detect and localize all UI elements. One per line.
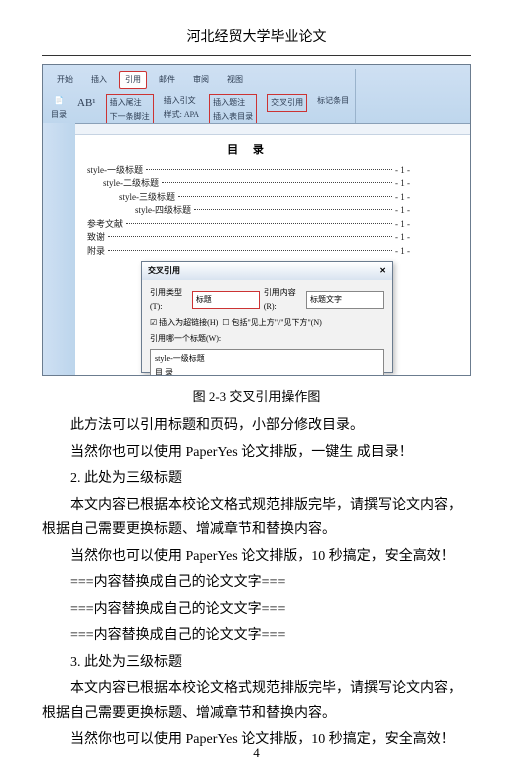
eq-line-3: ===内容替换成自己的论文文字=== — [42, 624, 471, 649]
eq-line-2: ===内容替换成自己的论文文字=== — [42, 598, 471, 623]
toc-row: 附录- 1 - — [87, 245, 410, 259]
caption-group: 插入题注 插入表目录 — [209, 94, 257, 126]
body-p5: 本文内容已根据本校论文格式规范排版完毕，请撰写论文内容，根据自己需要更换标题、增… — [42, 677, 471, 726]
ribbon-tabs: 开始 插入 引用 邮件 审阅 视图 — [51, 71, 349, 89]
chk-hyperlink: ☑ 插入为超链接(H) — [150, 316, 218, 330]
cross-ref-button: 交叉引用 — [267, 94, 307, 112]
tab-references: 引用 — [119, 71, 147, 89]
document-page: 河北经贸大学毕业论文 开始 插入 引用 邮件 审阅 视图 📄目录 AB¹ 插入尾… — [0, 0, 513, 775]
left-gutter — [43, 123, 76, 375]
citation-group: 插入引文 样式: APA — [164, 94, 200, 122]
embedded-screenshot: 开始 插入 引用 邮件 审阅 视图 📄目录 AB¹ 插入尾注 下一条脚注 插入引… — [42, 64, 471, 376]
body-p1: 此方法可以引用标题和页码，小部分修改目录。 — [42, 414, 471, 439]
running-header: 河北经贸大学毕业论文 — [42, 26, 471, 51]
toc-row: 参考文献- 1 - — [87, 218, 410, 232]
body-p4: 当然你也可以使用 PaperYes 论文排版，10 秒搞定，安全高效！ — [42, 545, 471, 570]
eq-line-1: ===内容替换成自己的论文文字=== — [42, 571, 471, 596]
toc-button: 📄目录 — [51, 94, 67, 122]
close-icon: ✕ — [379, 264, 386, 278]
toc-row: style-四级标题- 1 - — [87, 204, 410, 218]
index-group: 标记条目 — [317, 94, 349, 108]
ribbon-group-toc: 开始 插入 引用 邮件 审阅 视图 📄目录 AB¹ 插入尾注 下一条脚注 插入引… — [49, 69, 356, 128]
toc-row: style-二级标题- 1 - — [87, 177, 410, 191]
word-ribbon: 开始 插入 引用 邮件 审阅 视图 📄目录 AB¹ 插入尾注 下一条脚注 插入引… — [43, 65, 470, 131]
toc-row: style-三级标题- 1 - — [87, 191, 410, 205]
tab-insert: 插入 — [85, 71, 113, 89]
ruler — [75, 124, 470, 135]
tab-view: 视图 — [221, 71, 249, 89]
tab-home: 开始 — [51, 71, 79, 89]
ref-type-label: 引用类型(T): — [150, 286, 188, 314]
cross-reference-dialog: 交叉引用 ✕ 引用类型(T): 标题 引用内容(R): 标题文字 ☑ 插入为超链… — [141, 261, 393, 373]
body-p3: 本文内容已根据本校论文格式规范排版完毕，请撰写论文内容，根据自己需要更换标题、增… — [42, 494, 471, 543]
chk-above-below: ☐ 包括"见上方"/"见下方"(N) — [222, 316, 322, 330]
ins-content-label: 引用内容(R): — [264, 286, 302, 314]
footnote-group: 插入尾注 下一条脚注 — [106, 94, 154, 126]
ref-type-field: 标题 — [192, 291, 260, 309]
tab-review: 审阅 — [187, 71, 215, 89]
heading3-a: 2. 此处为三级标题 — [42, 467, 471, 492]
dialog-titlebar: 交叉引用 ✕ — [142, 262, 392, 280]
tab-mail: 邮件 — [153, 71, 181, 89]
dialog-title-text: 交叉引用 — [148, 264, 180, 278]
heading3-b: 3. 此处为三级标题 — [42, 651, 471, 676]
body-p2: 当然你也可以使用 PaperYes 论文排版，一键生 成目录！ — [42, 441, 471, 466]
toc-heading: 目 录 — [87, 141, 410, 160]
page-number: 4 — [0, 742, 513, 765]
figure-caption: 图 2-3 交叉引用操作图 — [42, 386, 471, 409]
toc-row: 致谢- 1 - — [87, 231, 410, 245]
heading-list: style-一级标题 目 录 致谢 — [150, 349, 384, 376]
list-label: 引用哪一个标题(W): — [150, 332, 384, 346]
ins-content-field: 标题文字 — [306, 291, 384, 309]
toc-row: style-一级标题- 1 - — [87, 164, 410, 178]
footnote-button: AB¹ — [77, 94, 96, 113]
header-rule — [42, 55, 471, 56]
